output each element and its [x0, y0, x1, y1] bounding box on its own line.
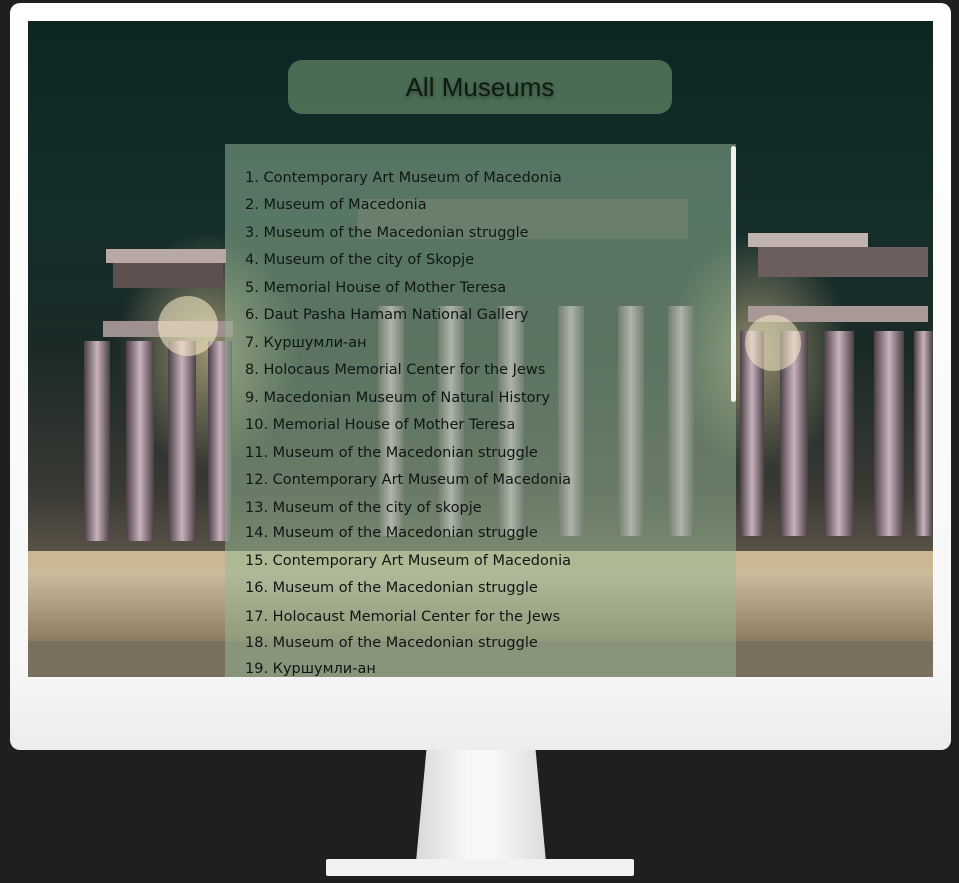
museum-item-5[interactable]: 5. Memorial House of Mother Teresa [245, 280, 506, 296]
museum-item-16[interactable]: 16. Museum of the Macedonian struggle [245, 580, 538, 596]
museum-item-3[interactable]: 3. Museum of the Macedonian struggle [245, 225, 529, 241]
museum-list-panel: 1. Contemporary Art Museum of Macedonia … [225, 144, 736, 677]
museum-item-6[interactable]: 6. Daut Pasha Hamam National Gallery [245, 307, 528, 323]
museum-item-11[interactable]: 11. Museum of the Macedonian struggle [245, 445, 538, 461]
museum-item-13[interactable]: 13. Museum of the city of skopje [245, 500, 482, 516]
right-rotunda [740, 233, 933, 536]
monitor-stand-base [326, 859, 634, 876]
museum-item-4[interactable]: 4. Museum of the city of Skopje [245, 252, 474, 268]
museum-item-2[interactable]: 2. Museum of Macedonia [245, 197, 427, 213]
museum-item-15[interactable]: 15. Contemporary Art Museum of Macedonia [245, 553, 571, 569]
title-banner: All Museums [288, 60, 672, 114]
museum-item-19[interactable]: 19. Куршумли-ан [245, 661, 376, 677]
museum-item-14[interactable]: 14. Museum of the Macedonian struggle [245, 525, 538, 541]
museum-list: 1. Contemporary Art Museum of Macedonia … [225, 144, 736, 677]
museum-item-18[interactable]: 18. Museum of the Macedonian struggle [245, 635, 538, 651]
museum-item-10[interactable]: 10. Memorial House of Mother Teresa [245, 417, 515, 433]
museum-item-1[interactable]: 1. Contemporary Art Museum of Macedonia [245, 170, 562, 186]
page-title: All Museums [405, 71, 555, 102]
museum-item-17[interactable]: 17. Holocaust Memorial Center for the Je… [245, 609, 560, 625]
museum-item-7[interactable]: 7. Куршумли-ан [245, 335, 367, 351]
screen: All Museums 1. Contemporary Art Museum o… [28, 21, 933, 677]
museum-item-12[interactable]: 12. Contemporary Art Museum of Macedonia [245, 472, 571, 488]
left-rotunda [84, 249, 233, 541]
museum-item-8[interactable]: 8. Holocaus Memorial Center for the Jews [245, 362, 545, 378]
monitor-stand-neck [416, 750, 546, 862]
list-scrollbar[interactable] [731, 146, 736, 402]
museum-item-9[interactable]: 9. Macedonian Museum of Natural History [245, 390, 550, 406]
